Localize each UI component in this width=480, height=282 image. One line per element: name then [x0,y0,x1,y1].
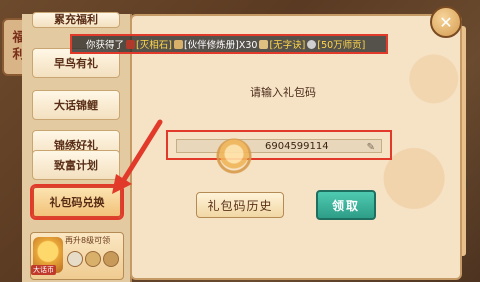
gift-code-value: 6904599114 [265,141,329,152]
gift-code-input-highlight: 6904599114 ✎ [166,130,392,160]
sidebar-item-recharge[interactable]: 累充福利 [32,12,120,28]
toast-item: [灭相石] [136,40,172,51]
stone-icon [126,39,136,49]
coin-badge-label: 大话币 [31,265,56,275]
dragon-emblem-icon [214,136,254,176]
level-promo-card[interactable]: 大话币 再升8级可领 [30,232,124,280]
reward-icon [85,251,101,267]
toast-item: [伙伴修炼册]X30 [183,40,258,51]
sidebar-item-wealth-plan[interactable]: 致富计划 [32,150,120,180]
reward-icon [103,251,119,267]
close-button[interactable]: ✕ [430,6,462,38]
sidebar-item-gift-code[interactable]: 礼包码兑换 [32,186,122,218]
reward-icon [67,251,83,267]
promo-text: 再升8级可领 [65,236,111,245]
claim-button[interactable]: 领取 [316,190,376,220]
gift-code-prompt: 请输入礼包码 [250,86,316,99]
toast-item: [50万师贡] [317,40,366,51]
sidebar-item-label: 致富计划 [54,159,98,172]
gift-code-input[interactable]: 6904599114 ✎ [176,139,382,153]
book-icon [173,39,183,49]
sidebar-item-koi[interactable]: 大话锦鲤 [32,90,120,120]
sidebar-item-label: 大话锦鲤 [54,99,98,112]
coin-badge-icon: 大话币 [31,237,63,275]
welfare-window: 福利 累充福利 早鸟有礼 大话锦鲤 锦绣好礼 致富计划 礼包码兑换 大话币 再升… [0,0,480,282]
coin-icon [307,39,317,49]
scroll-icon [259,39,269,49]
gift-code-history-button[interactable]: 礼包码历史 [196,192,284,218]
sidebar-item-label: 早鸟有礼 [54,57,98,70]
pencil-icon: ✎ [366,142,375,153]
reward-toast: 你获得了 [灭相石] [伙伴修炼册]X30 [无字诀] [50万师贡] [70,34,388,54]
close-icon: ✕ [439,12,453,32]
sidebar: 累充福利 早鸟有礼 大话锦鲤 锦绣好礼 致富计划 礼包码兑换 大话币 再升8级可… [22,12,132,282]
sidebar-item-label: 累充福利 [54,13,98,26]
toast-prefix: 你获得了 [86,40,125,51]
sidebar-item-label: 礼包码兑换 [49,196,105,209]
toast-item: [无字诀] [269,40,306,51]
